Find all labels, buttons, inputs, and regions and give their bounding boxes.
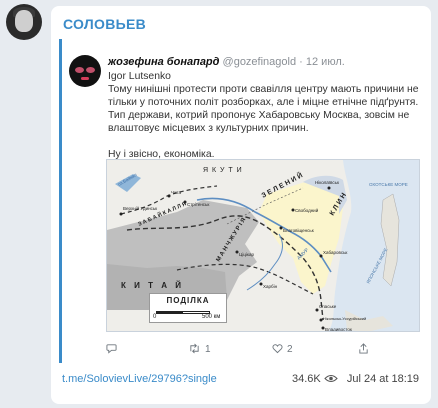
map-scale-end: 500 км [202,314,221,320]
avatar-face [15,10,33,32]
tweet-author-avatar[interactable] [69,55,101,87]
share-icon [359,343,368,354]
view-count: 34.6K [291,373,321,385]
label-kytai: К И Т А Й [121,281,184,290]
label-khabarovsk: Хабаровськ [323,250,347,255]
label-chyta: Чита [171,190,182,195]
label-nykolsk: Нікольськ-Уссурійський [323,316,366,321]
eye-icon [324,375,338,382]
label-kharbin: Харбін [263,284,278,289]
tweet-image-map[interactable]: Я К У Т И З Е Л Е Н И Й К Л И Н З А Б А … [106,159,420,332]
tweet-date[interactable]: 12 июл. [306,56,345,68]
retweet-count: 1 [205,344,211,355]
city-verkhnyi-udinsk-marker [119,212,123,216]
tweet-paragraph: Igor Lutsenko [108,71,171,82]
post-meta: 34.6K Jul 24 at 18:19 [286,373,419,385]
label-spaske: Спаське [319,304,337,309]
avatar-glasses-left [75,67,84,73]
label-vladyvostok: Владивосток [325,327,352,332]
map-legend: ПОДІЛКА 0 500 км [149,293,227,323]
tweet-author-name[interactable]: жозефина бонапард [108,56,219,68]
map-scale-bar-fill [157,312,183,313]
map-legend-title: ПОДІЛКА [166,296,210,305]
tweet-author-handle[interactable]: @gozefinagold [223,56,297,68]
label-svobodnyi: Свободний [295,207,319,213]
label-tsitsikar: Ціцікар [239,252,254,257]
embedded-tweet[interactable]: жозефина бонапард @gozefinagold · 12 июл… [59,39,423,363]
label-blagovishchensk: Благовіщенськ [283,228,314,233]
city-nikolaievsk-marker [327,186,331,190]
tweet-header: жозефина бонапард @gozefinagold · 12 июл… [108,56,345,68]
map-scale-start: 0 [153,314,157,320]
share-button[interactable] [358,343,373,355]
label-okhotske: ОХОТСЬКЕ МОРЕ [369,182,408,187]
heart-icon [272,344,283,354]
channel-name[interactable]: СОЛОВЬЕВ [63,16,146,32]
like-count: 2 [287,344,293,355]
avatar-mouth [81,77,89,80]
tweet-text: Igor Lutsenko Тому нинішні протести прот… [108,70,420,161]
label-nykolaivsk: Ніколаївськ [315,180,339,185]
channel-avatar[interactable] [6,4,42,40]
label-sretenske: Стрітенськ [187,202,209,207]
tweet-actions: 1 2 [106,343,406,357]
reply-button[interactable] [106,343,121,355]
message-card: СОЛОВЬЕВ жозефина бонапард @gozefinagold… [51,6,431,404]
label-yakuty: Я К У Т И [203,167,243,174]
tweet-paragraph-gap [108,135,420,148]
avatar-glasses-right [86,67,95,73]
post-link[interactable]: t.me/SolovievLive/29796?single [62,373,217,385]
post-date: Jul 24 at 18:19 [346,373,419,385]
tweet-separator: · [299,56,303,68]
like-button[interactable]: 2 [272,343,293,355]
tweet-paragraph: Тому нинішні протести проти свавілля цен… [108,84,419,134]
reply-icon [106,344,117,354]
label-verkhnyi: Верхній Удинськ [123,205,157,211]
retweet-button[interactable]: 1 [188,343,211,355]
retweet-icon [190,343,199,354]
